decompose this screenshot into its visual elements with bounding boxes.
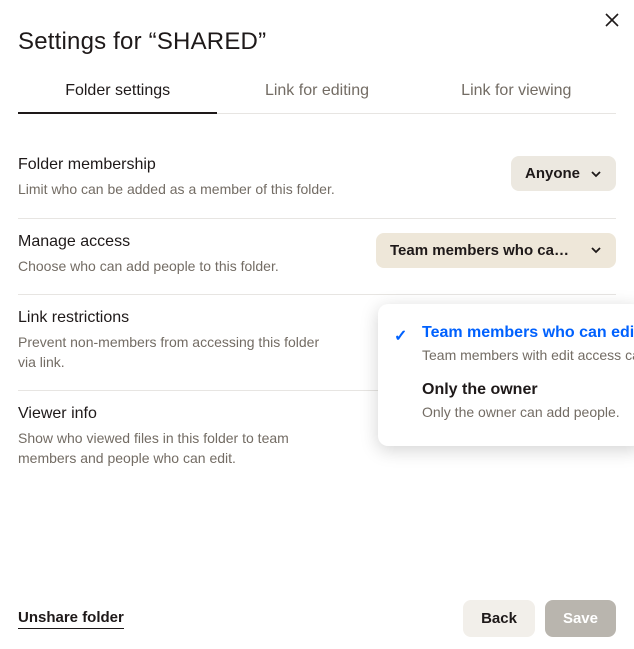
section-folder-membership: Folder membership Limit who can be added… (18, 142, 616, 219)
tab-link-editing[interactable]: Link for editing (217, 82, 416, 114)
membership-select[interactable]: Anyone (511, 156, 616, 191)
section-title: Viewer info (18, 405, 338, 423)
section-desc: Show who viewed files in this folder to … (18, 429, 338, 468)
manage-access-select[interactable]: Team members who ca… (376, 233, 616, 268)
section-desc: Limit who can be added as a member of th… (18, 180, 335, 200)
dropdown-option-desc: Only the owner can add people. (422, 403, 624, 422)
chevron-down-icon (590, 168, 602, 180)
section-title: Link restrictions (18, 309, 338, 327)
tab-link-viewing[interactable]: Link for viewing (417, 82, 616, 114)
dropdown-option-only-owner[interactable]: Only the owner Only the owner can add pe… (378, 375, 634, 432)
dropdown-option-title: Only the owner (422, 381, 624, 399)
section-manage-access: Manage access Choose who can add people … (18, 219, 616, 296)
close-button[interactable] (598, 6, 626, 34)
dropdown-option-title: Team members who can edit (422, 324, 624, 342)
section-title: Folder membership (18, 156, 335, 174)
tab-folder-settings[interactable]: Folder settings (18, 82, 217, 114)
manage-access-dropdown: ✓ Team members who can edit Team members… (378, 304, 634, 446)
footer: Unshare folder Back Save (18, 600, 616, 637)
back-button[interactable]: Back (463, 600, 535, 637)
close-icon (604, 12, 620, 28)
page-title: Settings for “SHARED” (18, 28, 616, 56)
section-desc: Prevent non-members from accessing this … (18, 333, 338, 372)
dropdown-option-desc: Team members with edit access can add pe… (422, 346, 624, 365)
save-button[interactable]: Save (545, 600, 616, 637)
section-desc: Choose who can add people to this folder… (18, 257, 279, 277)
tabs: Folder settings Link for editing Link fo… (18, 82, 616, 114)
membership-select-value: Anyone (525, 165, 580, 182)
check-icon: ✓ (394, 326, 407, 346)
dropdown-option-team-members[interactable]: ✓ Team members who can edit Team members… (378, 318, 634, 375)
manage-access-select-value: Team members who ca… (390, 242, 569, 259)
unshare-folder-link[interactable]: Unshare folder (18, 609, 124, 629)
chevron-down-icon (590, 244, 602, 256)
section-title: Manage access (18, 233, 279, 251)
